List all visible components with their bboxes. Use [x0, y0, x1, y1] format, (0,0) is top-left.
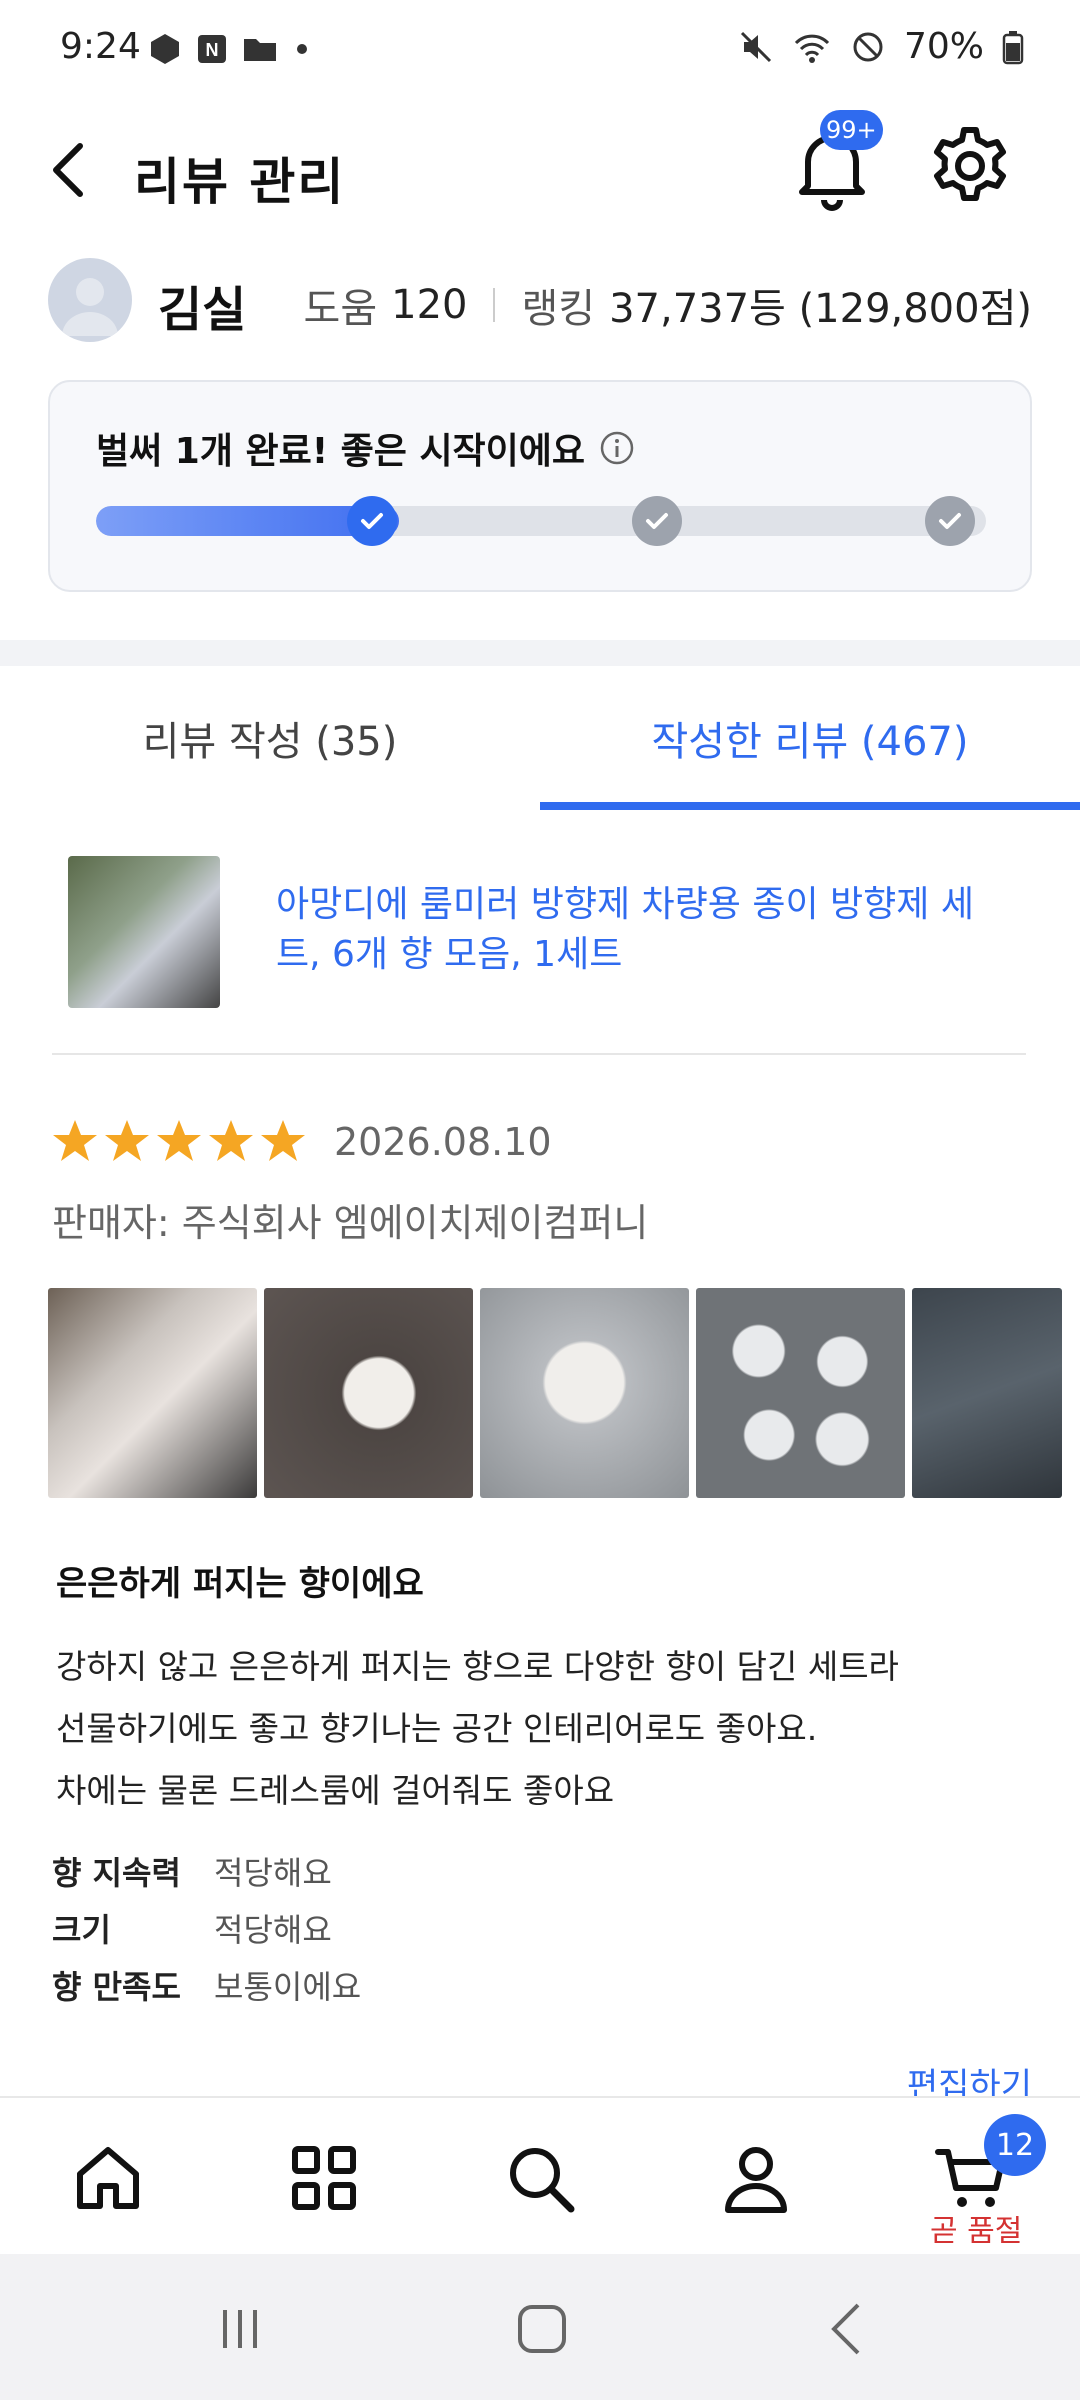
nav-search[interactable]	[490, 2128, 590, 2228]
profile-stats: 도움 120 랭킹 37,737등 (129,800점)	[304, 276, 1032, 334]
cart-soldout-note: 곧 품절	[930, 2214, 1023, 2249]
attribute-value: 적당해요	[214, 1910, 332, 1949]
battery-icon	[1002, 30, 1024, 64]
home-system-button[interactable]	[502, 2294, 582, 2364]
review-photos	[48, 1288, 1080, 1498]
review-body: 강하지 않고 은은하게 퍼지는 향으로 다양한 향이 담긴 세트라 선물하기에도…	[56, 1636, 1036, 1822]
avatar[interactable]	[48, 258, 132, 342]
mute-icon	[740, 31, 772, 62]
star-icon	[261, 1120, 305, 1161]
review-attributes: 향 지속력 적당해요 크기 적당해요 향 만족도 보통이에요	[52, 1842, 361, 2013]
nav-home[interactable]	[58, 2128, 158, 2228]
stats-divider	[493, 288, 496, 322]
search-icon	[510, 2148, 575, 2213]
checkmark-icon	[360, 513, 383, 529]
review-date: 2026.08.10	[334, 1120, 552, 1164]
review-photo[interactable]	[696, 1288, 905, 1498]
product-title-link[interactable]: 아망디에 룸미러 방향제 차량용 종이 방향제 세트, 6개 향 모음, 1세트	[276, 880, 996, 980]
star-rating	[52, 1118, 306, 1164]
wifi-icon	[794, 34, 830, 63]
back-button[interactable]	[48, 120, 108, 220]
status-bar: 9:24 N 70%	[0, 0, 1080, 100]
ranking-label: 랭킹	[521, 286, 596, 332]
review-body-line: 차에는 물론 드레스룸에 걸어줘도 좋아요	[56, 1771, 615, 1810]
review-body-line: 강하지 않고 은은하게 퍼지는 향으로 다양한 향이 담긴 세트라	[56, 1647, 899, 1686]
user-placeholder-icon	[62, 278, 118, 336]
recent-apps-button[interactable]	[200, 2294, 280, 2364]
attribute-value: 적당해요	[214, 1853, 332, 1892]
attribute-row: 크기 적당해요	[52, 1899, 361, 1956]
settings-button[interactable]	[920, 116, 1020, 216]
section-divider	[0, 640, 1080, 666]
progress-card: 벌써 1개 완료! 좋은 시작이에요	[48, 380, 1032, 592]
progress-step-1	[346, 496, 397, 546]
user-icon	[725, 2147, 787, 2213]
system-nav-bar	[0, 2254, 1080, 2400]
attribute-row: 향 지속력 적당해요	[52, 1842, 361, 1899]
bottom-nav	[0, 2096, 1080, 2254]
review-headline: 은은하게 퍼지는 향이에요	[56, 1564, 424, 1604]
attribute-value: 보통이에요	[214, 1967, 362, 2006]
info-icon[interactable]	[599, 430, 635, 466]
review-photo[interactable]	[264, 1288, 473, 1498]
folder-icon	[244, 39, 276, 61]
profile-name: 김실	[158, 282, 247, 338]
star-icon	[209, 1120, 253, 1161]
divider	[52, 1053, 1026, 1055]
cart-count-badge: 12	[984, 2114, 1046, 2176]
notification-badge: 99+	[820, 110, 883, 150]
help-label: 도움	[303, 286, 378, 332]
nav-my-page[interactable]	[706, 2128, 806, 2228]
home-icon	[77, 2147, 139, 2209]
battery-percent: 70%	[903, 26, 984, 67]
attribute-row: 향 만족도 보통이에요	[52, 1956, 361, 2013]
page-title: 리뷰 관리	[134, 153, 346, 211]
progress-title: 벌써 1개 완료! 좋은 시작이에요	[96, 431, 586, 472]
dot-icon	[297, 44, 307, 54]
attribute-key: 크기	[52, 1910, 111, 1949]
review-photo[interactable]	[48, 1288, 257, 1498]
review-photo[interactable]	[912, 1288, 1062, 1498]
chevron-left-icon	[53, 143, 83, 197]
home-square-icon	[518, 2305, 566, 2353]
review-photo[interactable]	[480, 1288, 689, 1498]
back-chevron-icon	[831, 2303, 860, 2355]
grid-icon	[292, 2146, 356, 2210]
tab-written-reviews[interactable]: 작성한 리뷰 (467)	[540, 666, 1080, 810]
n-app-icon: N	[198, 35, 226, 63]
dnd-icon	[853, 32, 883, 61]
product-thumbnail[interactable]	[68, 856, 220, 1008]
svg-text:N: N	[206, 40, 219, 60]
back-system-button[interactable]	[806, 2294, 886, 2364]
help-value: 120	[391, 282, 468, 328]
checkmark-icon	[645, 513, 668, 529]
recent-apps-icon	[223, 2310, 257, 2348]
gear-icon	[934, 127, 1006, 201]
ranking-value: 37,737등 (129,800점)	[609, 286, 1032, 332]
seller-name: 판매자: 주식회사 엠에이치제이컴퍼니	[52, 1201, 649, 1245]
progress-step-2	[631, 496, 682, 546]
status-time: 9:24	[60, 26, 141, 67]
progress-track	[96, 506, 986, 536]
progress-step-3	[925, 496, 976, 546]
star-icon	[157, 1120, 201, 1161]
tab-write-review[interactable]: 리뷰 작성 (35)	[0, 666, 540, 810]
review-body-line: 선물하기에도 좋고 향기나는 공간 인테리어로도 좋아요.	[56, 1709, 818, 1748]
star-icon	[105, 1120, 149, 1161]
star-icon	[53, 1120, 97, 1161]
nav-categories[interactable]	[274, 2128, 374, 2228]
checkmark-icon	[939, 513, 962, 529]
attribute-key: 향 만족도	[52, 1967, 181, 2006]
attribute-key: 향 지속력	[52, 1853, 181, 1892]
notification-hex-icon	[151, 34, 179, 64]
review-tabs: 리뷰 작성 (35) 작성한 리뷰 (467)	[0, 666, 1080, 810]
